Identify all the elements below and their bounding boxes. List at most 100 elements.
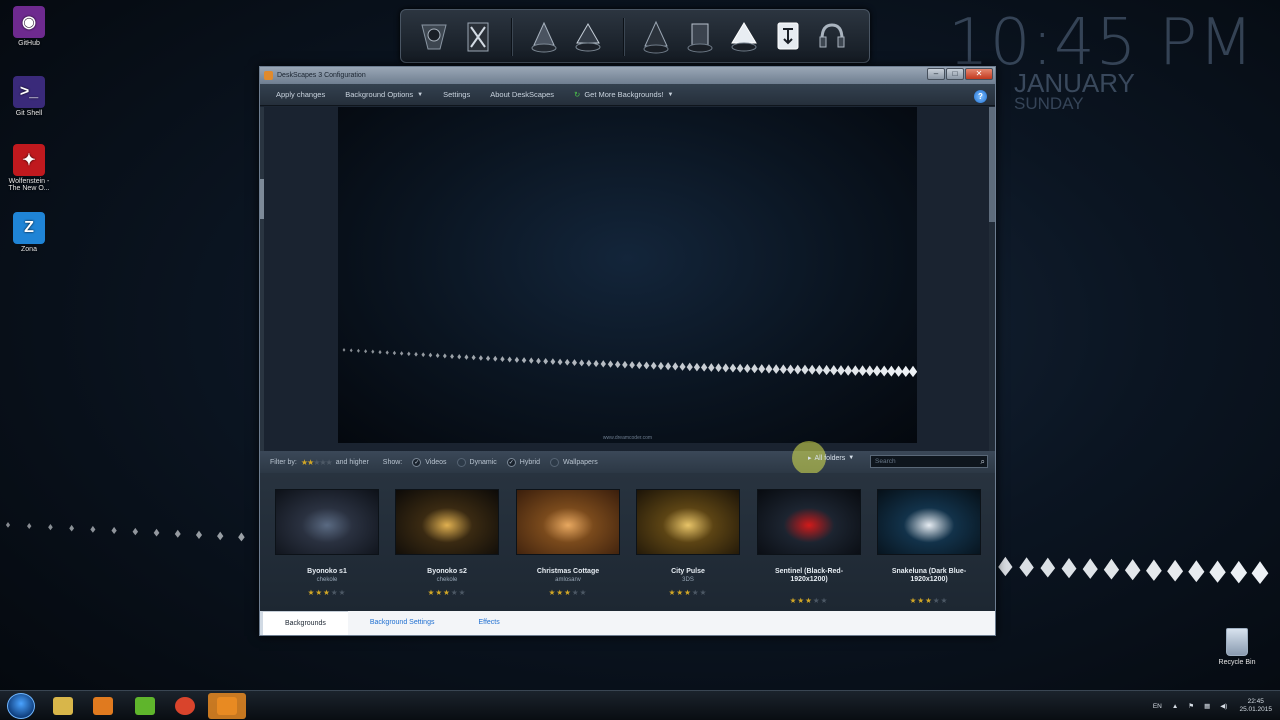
network-icon[interactable]: ▦ — [1204, 702, 1210, 710]
chevron-down-icon: ▼ — [667, 91, 674, 98]
dock-app-3-icon[interactable] — [525, 16, 563, 58]
wallpaper-diamond — [528, 357, 534, 364]
background-card[interactable]: Sentinel (Black-Red-1920x1200) ★★★★★ — [757, 489, 861, 605]
desktop-icon[interactable]: >_ Git Shell — [4, 76, 54, 117]
taskbar-media-player-button[interactable] — [84, 693, 122, 719]
maximize-button[interactable]: □ — [946, 68, 964, 80]
wallpapers-checkbox[interactable]: ✓ — [550, 457, 560, 467]
tab-backgrounds[interactable]: Backgrounds — [260, 611, 348, 635]
close-button[interactable]: ✕ — [965, 68, 993, 80]
left-scrollbar[interactable] — [260, 107, 264, 451]
title-bar[interactable]: DeskScapes 3 Configuration – □ ✕ — [260, 67, 995, 84]
search-input[interactable]: Search ⌕ — [870, 455, 988, 468]
wallpaper-diamond — [550, 358, 556, 365]
wallpaper-diamond — [378, 349, 382, 355]
videos-checkbox[interactable]: ✓ — [412, 457, 422, 467]
wallpaper-diamond — [844, 365, 853, 376]
background-thumbnail[interactable] — [275, 489, 379, 555]
background-thumbnail[interactable] — [395, 489, 499, 555]
dynamic-checkbox[interactable]: ✓ — [456, 457, 466, 467]
right-scrollbar[interactable] — [989, 107, 995, 451]
wallpaper-diamond — [700, 362, 708, 372]
dock-app-8-icon[interactable] — [769, 16, 807, 58]
wallpaper-diamond — [622, 360, 628, 369]
desktop-icon[interactable]: ✦ Wolfenstein - The New O... — [4, 144, 54, 192]
tray-clock[interactable]: 22:45 25.01.2015 — [1239, 698, 1272, 714]
taskbar-deskscapes-button[interactable] — [208, 693, 246, 719]
taskbar-explorer-button[interactable] — [44, 693, 82, 719]
wallpaper-diamond — [851, 365, 860, 376]
taskbar-utorrent-button[interactable] — [126, 693, 164, 719]
wallpaper-diamond — [1230, 560, 1248, 584]
chevron-down-icon: ▼ — [848, 455, 855, 461]
dock-app-5-icon[interactable] — [637, 16, 675, 58]
rating-star-icon[interactable]: ★ — [326, 458, 333, 467]
tab-effects[interactable]: Effects — [456, 611, 521, 635]
deskscapes-window: DeskScapes 3 Configuration – □ ✕ Apply c… — [259, 66, 996, 636]
background-card[interactable]: Christmas Cottage amlosanv ★★★★★ — [516, 489, 620, 597]
language-indicator[interactable]: EN — [1153, 703, 1162, 710]
rating-star-icon: ★ — [556, 588, 565, 597]
wallpaper-diamond — [371, 349, 375, 354]
desktop-app-icon: ◉ — [13, 6, 45, 38]
tab-background-settings[interactable]: Background Settings — [348, 611, 457, 635]
app-icon — [264, 71, 273, 80]
background-rating: ★★★★★ — [757, 596, 861, 605]
about-menu[interactable]: About DeskScapes — [490, 90, 554, 99]
wallpaper-diamond — [650, 361, 657, 370]
minimize-button[interactable]: – — [927, 68, 945, 80]
wallpaper-diamond — [493, 355, 498, 362]
apply-changes-button[interactable]: Apply changes — [276, 90, 325, 99]
rating-star-icon: ★ — [691, 588, 700, 597]
wallpaper-diamond — [579, 359, 585, 367]
background-card[interactable]: Snakeluna (Dark Blue-1920x1200) ★★★★★ — [877, 489, 981, 605]
dock-app-9-icon[interactable] — [813, 16, 851, 58]
dock-app-7-icon[interactable] — [725, 16, 763, 58]
background-card[interactable]: Byonoko s2 chekole ★★★★★ — [395, 489, 499, 597]
volume-icon[interactable]: ◀) — [1220, 702, 1227, 710]
dock-app-2-icon[interactable] — [459, 16, 497, 58]
background-thumbnail[interactable] — [516, 489, 620, 555]
wallpaper-diamond — [132, 527, 139, 536]
background-options-menu[interactable]: Background Options ▼ — [345, 90, 423, 99]
wallpaper-diamond — [342, 348, 346, 352]
rating-star-icon: ★ — [450, 588, 459, 597]
wallpaper-diamond — [643, 361, 650, 370]
all-folders-dropdown[interactable]: ▸ All folders ▼ — [792, 441, 855, 475]
wallpaper-diamond — [1146, 559, 1162, 581]
dock-app-4-icon[interactable] — [569, 16, 607, 58]
desktop-icon[interactable]: Z Zona — [4, 212, 54, 253]
apply-changes-label: Apply changes — [276, 90, 326, 99]
get-more-backgrounds-menu[interactable]: ↻ Get More Backgrounds! ▼ — [574, 90, 673, 99]
taskbar-chrome-button[interactable] — [166, 693, 204, 719]
background-thumbnail[interactable] — [877, 489, 981, 555]
tray-arrow-icon[interactable]: ▲ — [1172, 703, 1178, 710]
all-folders-label: All folders — [814, 454, 846, 462]
rating-star-icon: ★ — [571, 588, 580, 597]
settings-menu[interactable]: Settings — [443, 90, 470, 99]
desktop-app-icon: >_ — [13, 76, 45, 108]
right-scroll-thumb[interactable] — [989, 107, 995, 222]
filter-by-label: Filter by: — [270, 458, 297, 466]
help-icon[interactable]: ? — [974, 90, 987, 103]
search-icon[interactable]: ⌕ — [981, 456, 985, 467]
desktop-icon[interactable]: ◉ GitHub — [4, 6, 54, 47]
wallpaper-diamond — [657, 361, 664, 370]
dock-app-1-icon[interactable] — [415, 16, 453, 58]
recycle-bin[interactable]: Recycle Bin — [1214, 628, 1260, 666]
start-button[interactable] — [7, 693, 35, 719]
background-thumbnail[interactable] — [757, 489, 861, 555]
background-card[interactable]: City Pulse 3DS ★★★★★ — [636, 489, 740, 597]
left-scroll-thumb[interactable] — [260, 179, 264, 219]
preview-area: www.dreamcoder.com — [260, 107, 995, 451]
rating-star-icon: ★ — [940, 596, 949, 605]
hybrid-checkbox[interactable]: ✓ — [506, 457, 516, 467]
background-name: Christmas Cottage — [536, 568, 600, 575]
media-player-icon — [93, 697, 113, 715]
flag-icon[interactable]: ⚑ — [1188, 702, 1194, 710]
rating-filter[interactable]: ★★★★★ — [301, 458, 333, 467]
chevron-down-icon: ▼ — [417, 91, 424, 98]
dock-app-6-icon[interactable] — [681, 16, 719, 58]
background-thumbnail[interactable] — [636, 489, 740, 555]
background-card[interactable]: Byonoko s1 chekole ★★★★★ — [275, 489, 379, 597]
